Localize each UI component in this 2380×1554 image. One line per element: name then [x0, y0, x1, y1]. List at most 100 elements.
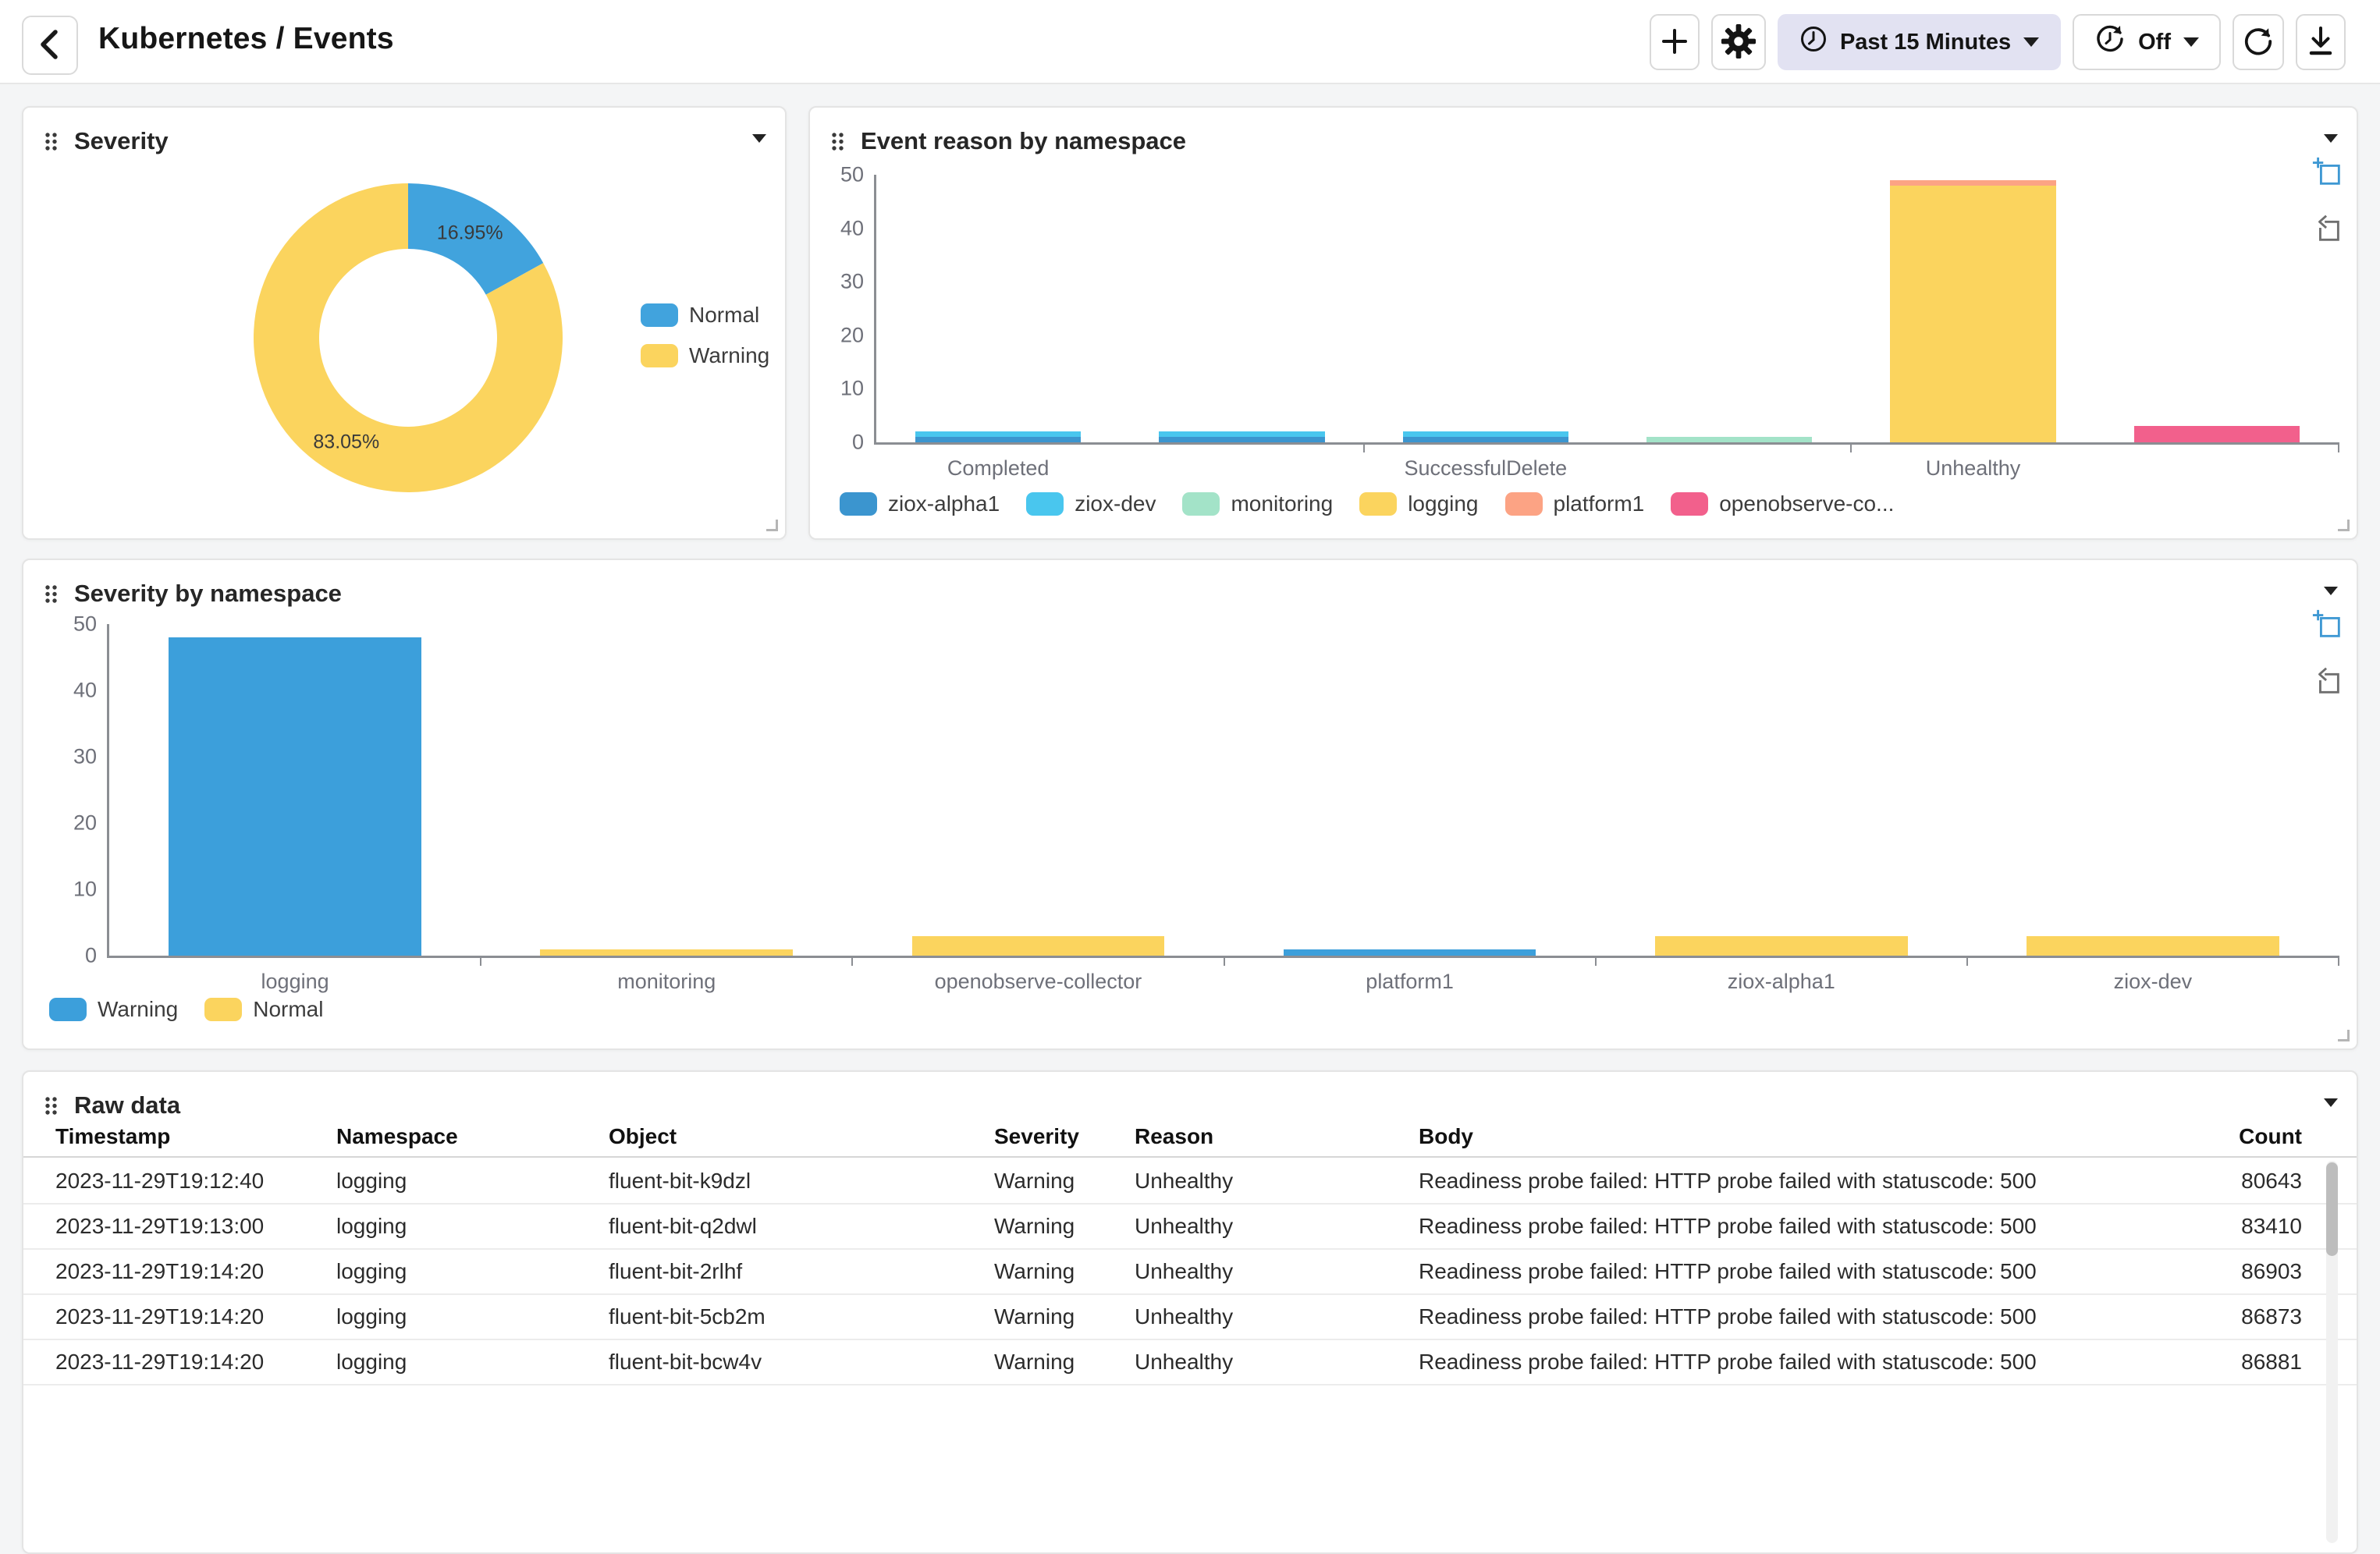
legend-swatch [641, 303, 678, 327]
legend-item-platform1[interactable]: platform1 [1505, 491, 1645, 516]
download-button[interactable] [2296, 14, 2346, 70]
table-scrollbar-track [2326, 1161, 2338, 1543]
legend-label: logging [1408, 491, 1478, 516]
panel-severity-by-namespace: Severity by namespace 01020304050logging… [22, 559, 2358, 1050]
time-range-dropdown[interactable]: Past 15 Minutes [1778, 14, 2061, 70]
table-cell: Unhealthy [1135, 1214, 1419, 1239]
table-cell: 2023-11-29T19:14:20 [55, 1350, 336, 1375]
severity-by-namespace-chart: 01020304050loggingmonitoringopenobserve-… [107, 624, 2339, 958]
table-cell: Warning [994, 1304, 1135, 1329]
bar-segment-warning [169, 637, 421, 956]
auto-refresh-label: Off [2138, 30, 2171, 55]
table-cell: fluent-bit-5cb2m [609, 1304, 994, 1329]
legend-item-ziox-alpha1[interactable]: ziox-alpha1 [840, 491, 1000, 516]
donut-legend: Normal Warning [641, 303, 769, 368]
bar-segment-logging [1890, 186, 2055, 442]
panel-menu-caret[interactable] [2324, 1098, 2338, 1107]
table-cell: 86903 [2185, 1259, 2302, 1284]
panel-header: Raw data [23, 1072, 2357, 1122]
bar-category-2 [1159, 431, 1324, 442]
bar-segment-ziox-dev [1403, 431, 1568, 437]
refresh-icon [2242, 25, 2275, 60]
bar-platform1 [1284, 949, 1536, 956]
plus-icon [1659, 26, 1690, 59]
y-axis-label: 10 [73, 878, 97, 902]
back-button[interactable] [22, 16, 78, 75]
legend-item-normal[interactable]: Normal [641, 303, 769, 328]
auto-refresh-dropdown[interactable]: Off [2073, 14, 2221, 70]
chevron-left-icon [34, 27, 66, 64]
drag-handle-icon[interactable] [44, 131, 59, 152]
bar-segment-ziox-alpha1 [1403, 437, 1568, 442]
legend-item-normal[interactable]: Normal [204, 997, 323, 1022]
panel-header: Event reason by namespace [810, 108, 2357, 158]
table-cell: Readiness probe failed: HTTP probe faile… [1419, 1169, 2185, 1194]
y-axis-label: 10 [840, 377, 864, 401]
legend-label: openobserve-co... [1719, 491, 1894, 516]
table-header-row: TimestampNamespaceObjectSeverityReasonBo… [23, 1117, 2357, 1158]
legend-item-warning[interactable]: Warning [641, 343, 769, 368]
app-header: Kubernetes / Events [0, 0, 2380, 84]
bar-ziox-alpha1 [1655, 936, 1908, 956]
table-cell: Unhealthy [1135, 1350, 1419, 1375]
y-axis-label: 50 [840, 163, 864, 187]
resize-handle-icon[interactable] [766, 520, 778, 531]
bar-openobserve-collector [912, 936, 1165, 956]
resize-handle-icon[interactable] [2338, 1030, 2350, 1041]
panel-menu-caret[interactable] [2324, 587, 2338, 595]
x-axis-tick [851, 956, 853, 966]
x-axis-label: ziox-alpha1 [1728, 970, 1835, 994]
table-cell: logging [336, 1350, 609, 1375]
legend-swatch [1505, 492, 1543, 516]
x-axis-label: platform1 [1366, 970, 1454, 994]
refresh-button[interactable] [2233, 14, 2284, 70]
x-axis-label: Completed [947, 456, 1050, 481]
legend-label: Warning [689, 343, 769, 368]
legend-label: ziox-alpha1 [888, 491, 1000, 516]
settings-button[interactable] [1711, 14, 1766, 70]
add-panel-button[interactable] [1650, 14, 1700, 70]
panel-menu-caret[interactable] [752, 134, 766, 143]
bar-successfuldelete [1403, 431, 1568, 442]
x-axis-tick [1224, 956, 1225, 966]
y-axis-label: 40 [840, 216, 864, 240]
legend-item-logging[interactable]: logging [1359, 491, 1478, 516]
column-header-severity: Severity [994, 1124, 1135, 1149]
legend-item-openobserve-co[interactable]: openobserve-co... [1671, 491, 1894, 516]
y-axis-label: 20 [840, 323, 864, 347]
bar-segment-ziox-alpha1 [915, 437, 1081, 442]
panel-event-reason: Event reason by namespace 01020304050Com… [808, 106, 2358, 540]
column-header-timestamp: Timestamp [55, 1124, 336, 1149]
x-axis-tick [1966, 956, 1968, 966]
legend-item-monitoring[interactable]: monitoring [1182, 491, 1333, 516]
drag-handle-icon[interactable] [44, 1095, 59, 1116]
table-cell: logging [336, 1214, 609, 1239]
legend-label: Normal [253, 997, 323, 1022]
bar-segment-monitoring [1646, 437, 1812, 442]
table-cell: fluent-bit-2rlhf [609, 1259, 994, 1284]
panel-header: Severity [23, 108, 785, 158]
legend-item-ziox-dev[interactable]: ziox-dev [1026, 491, 1156, 516]
drag-handle-icon[interactable] [44, 584, 59, 605]
caret-down-icon [2183, 37, 2199, 47]
x-axis-tick [1850, 442, 1852, 452]
panel-menu-caret[interactable] [2324, 134, 2338, 143]
bar-segment-ziox-dev [915, 431, 1081, 437]
panel-title: Severity by namespace [74, 580, 342, 608]
table-cell: Unhealthy [1135, 1304, 1419, 1329]
resize-handle-icon[interactable] [2338, 520, 2350, 531]
table-cell: Warning [994, 1169, 1135, 1194]
table-cell: Readiness probe failed: HTTP probe faile… [1419, 1259, 2185, 1284]
legend-swatch [204, 998, 242, 1021]
table-cell: 86881 [2185, 1350, 2302, 1375]
y-axis-label: 40 [73, 679, 97, 703]
drag-handle-icon[interactable] [830, 131, 845, 152]
y-axis-label: 0 [852, 431, 864, 455]
legend-label: Warning [98, 997, 178, 1022]
table-cell: 2023-11-29T19:13:00 [55, 1214, 336, 1239]
table-scrollbar-thumb[interactable] [2326, 1162, 2338, 1256]
legend-item-warning[interactable]: Warning [49, 997, 178, 1022]
bar-monitoring [540, 949, 793, 956]
raw-data-table: 2023-11-29T19:12:40loggingfluent-bit-k9d… [23, 1159, 2357, 1385]
refresh-clock-icon [2094, 23, 2126, 61]
